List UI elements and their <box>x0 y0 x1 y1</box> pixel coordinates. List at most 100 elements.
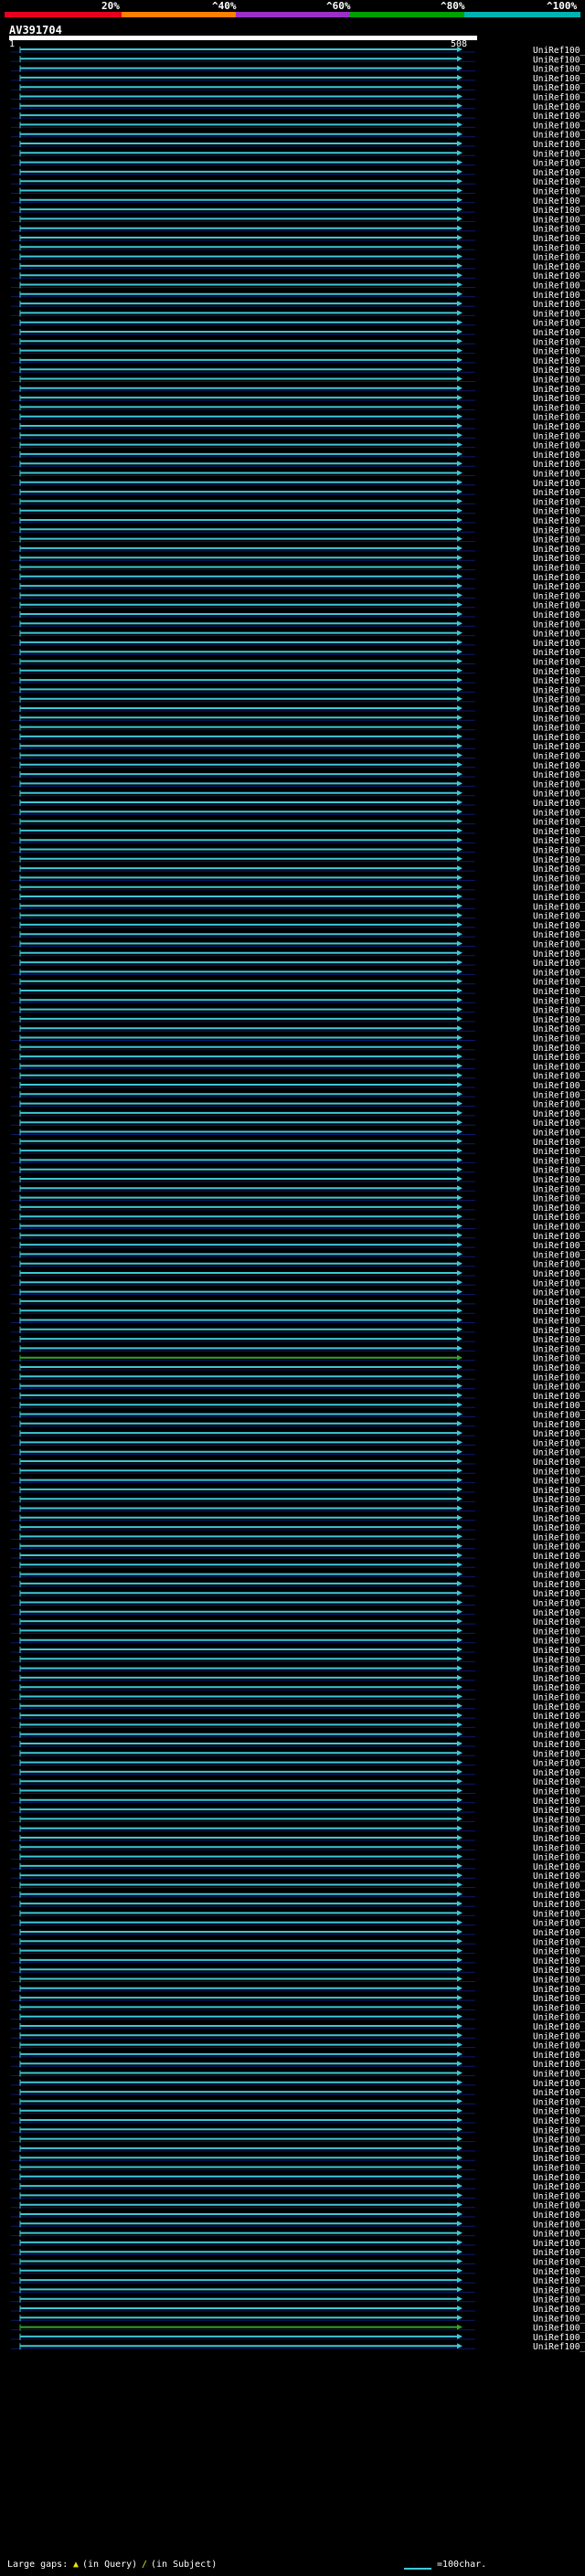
hit-end-arrow-icon <box>457 1251 463 1257</box>
hit-row: UniRef100_C5FP27 <box>11 959 585 969</box>
hit-row: UniRef100_Q6H3Z5 <box>11 921 585 931</box>
hit-end-arrow-icon <box>457 1468 463 1474</box>
hit-end-arrow-icon <box>457 1044 463 1050</box>
hit-row: UniRef100_A9NPT9 <box>11 413 585 423</box>
hit-end-arrow-icon <box>457 555 463 561</box>
hit-row: UniRef100_Q5B047 <box>11 2079 585 2089</box>
hit-row: UniRef100_A8UF69 <box>11 1617 585 1627</box>
hit-end-arrow-icon <box>457 1768 463 1775</box>
hit-end-arrow-icon <box>457 470 463 476</box>
hit-row: UniRef100_B0Z9L4 <box>11 516 585 526</box>
hit-row: UniRef100_B3TLM0 <box>11 328 585 338</box>
hit-end-arrow-icon <box>457 461 463 467</box>
hit-row: UniRef100_Q4P991 <box>11 1627 585 1637</box>
hit-end-arrow-icon <box>457 244 463 250</box>
hit-row: UniRef100_C4Y4R3 <box>11 2154 585 2164</box>
hit-row: UniRef100_B6K648 <box>11 1637 585 1647</box>
hit-end-arrow-icon <box>457 112 463 119</box>
hit-row: UniRef100_A3LR93 <box>11 2173 585 2183</box>
hit-row: UniRef100_Q4R7V2 <box>11 2003 585 2013</box>
hit-row: UniRef100_C6SY25 <box>11 253 585 263</box>
hit-end-arrow-icon <box>457 413 463 419</box>
hit-row: UniRef100_C5CW02 <box>11 752 585 762</box>
hit-row: UniRef100_A8WN59 <box>11 2060 585 2070</box>
hit-row: UniRef100_Q3SC85 <box>11 215 585 225</box>
hit-end-arrow-icon <box>457 366 463 373</box>
hit-end-arrow-icon <box>457 1082 463 1087</box>
hit-row: UniRef100_Q9SPD4 <box>11 1326 585 1336</box>
hit-row: UniRef100_Q9S6Z5 <box>11 1278 585 1288</box>
gap-query-label: (in Query) <box>82 2560 138 2570</box>
hit-row: UniRef100_B6UGR9 <box>11 159 585 169</box>
hit-end-arrow-icon <box>457 102 463 109</box>
hit-row: UniRef100_B5H0Z3 <box>11 1477 585 1487</box>
hit-end-arrow-icon <box>457 1712 463 1719</box>
hit-row: UniRef100_A5DNI6 <box>11 2267 585 2277</box>
hit-end-arrow-icon <box>457 809 463 815</box>
hit-row: UniRef100_B4LI14 <box>11 1966 585 1976</box>
hit-row: UniRef100_C5D259 <box>11 2136 585 2146</box>
hit-end-arrow-icon <box>457 1354 463 1361</box>
hit-label: UniRef100_A6YMA1 <box>533 2342 585 2352</box>
hit-row: UniRef100_A6CHF4 <box>11 1787 585 1797</box>
hit-row: UniRef100_Q5G5B4 <box>11 912 585 922</box>
hit-row: UniRef100_A1CSY1 <box>11 1129 585 1139</box>
hit-row: UniRef100_B4M3D4 <box>11 1514 585 1524</box>
hit-end-arrow-icon <box>457 611 463 617</box>
hit-end-arrow-icon <box>457 884 463 890</box>
hit-row: UniRef100_Q9SVY9 <box>11 1344 585 1354</box>
hit-end-arrow-icon <box>457 1995 463 2001</box>
hit-end-arrow-icon <box>457 620 463 627</box>
hit-end-arrow-icon <box>457 2221 463 2227</box>
hit-row: UniRef100_Q9SVT9 <box>11 149 585 159</box>
hit-row: UniRef100_C1BZJ6 <box>11 1495 585 1505</box>
footer-legend: Large gaps: ▲ (in Query) / (in Subject) … <box>0 2554 585 2576</box>
hit-end-arrow-icon <box>457 2155 463 2161</box>
hit-end-arrow-icon <box>457 1665 463 1671</box>
hit-row: UniRef100_UP0000... <box>11 1184 585 1194</box>
hit-row: UniRef100_B5FW92 <box>11 1693 585 1703</box>
hit-end-arrow-icon <box>457 1985 463 1991</box>
hit-row: UniRef100_Q7ZY06 <box>11 1223 585 1233</box>
hit-row: UniRef100_B6TAQ2 <box>11 65 585 75</box>
hit-row: UniRef100_C4WR16 <box>11 1024 585 1034</box>
hit-end-arrow-icon <box>457 2315 463 2321</box>
hit-row: UniRef100_Q9P769 <box>11 1909 585 1919</box>
hit-end-arrow-icon <box>457 583 463 589</box>
hit-row: UniRef100_A9VS07 <box>11 2295 585 2306</box>
hit-end-arrow-icon <box>457 1656 463 1662</box>
hit-row: UniRef100_Q0DKP0 <box>11 281 585 292</box>
hit-row: UniRef100_Q6BYL2 <box>11 2210 585 2221</box>
hit-end-arrow-icon <box>457 2286 463 2293</box>
hit-end-arrow-icon <box>457 131 463 137</box>
hit-end-arrow-icon <box>457 677 463 684</box>
hit-end-arrow-icon <box>457 526 463 533</box>
hit-row: UniRef100_A7TFN4 <box>11 2041 585 2051</box>
hit-row: UniRef100_B8VW76 <box>11 1532 585 1542</box>
hit-end-arrow-icon <box>457 385 463 391</box>
hit-row: UniRef100_B2YI31 <box>11 893 585 903</box>
hit-row: UniRef100_A7R2G1 <box>11 422 585 432</box>
hit-row: UniRef100_A8W7V7 <box>11 1882 585 1892</box>
hit-end-arrow-icon <box>457 404 463 410</box>
hit-row: UniRef100_UP0000... <box>11 1947 585 1957</box>
hit-row: UniRef100_C1GRH7 <box>11 836 585 846</box>
hit-end-arrow-icon <box>457 564 463 570</box>
hit-end-arrow-icon <box>457 1232 463 1238</box>
hit-row: UniRef100_C8CH42 <box>11 1420 585 1430</box>
hit-row: UniRef100_UP0000... <box>11 1655 585 1665</box>
hit-end-arrow-icon <box>457 715 463 721</box>
hit-row: UniRef100_C6SWZ6 <box>11 243 585 253</box>
hit-end-arrow-icon <box>457 356 463 363</box>
gap-query-marker-icon: ▲ <box>73 2560 80 2570</box>
hit-end-arrow-icon <box>457 159 463 165</box>
hit-row: UniRef100_B9FB44 <box>11 488 585 498</box>
hit-end-arrow-icon <box>457 1420 463 1426</box>
hit-row: UniRef100_C1ODW4 <box>11 1288 585 1299</box>
hit-end-arrow-icon <box>457 1816 463 1822</box>
hit-row: UniRef100_Q2GY12 <box>11 884 585 894</box>
hit-row: UniRef100_A9TRZ9 <box>11 121 585 131</box>
hit-end-arrow-icon <box>457 1336 463 1342</box>
hit-end-arrow-icon <box>457 1458 463 1464</box>
hit-end-arrow-icon <box>457 225 463 231</box>
